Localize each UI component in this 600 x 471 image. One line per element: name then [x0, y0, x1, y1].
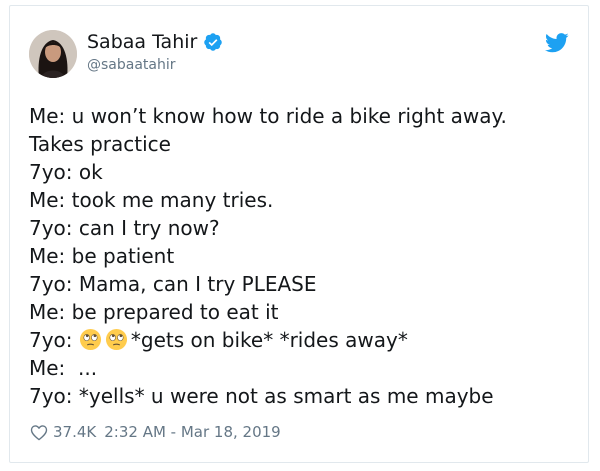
tweet-line: 7yo: *yells* u were not as smart as me m… — [29, 384, 494, 408]
tweet-line: Me: ... — [29, 356, 98, 380]
tweet-line: 7yo: can I try now? — [29, 216, 220, 240]
tweet-line-prefix: 7yo: — [29, 328, 79, 352]
tweet-timestamp[interactable]: 2:32 AM - Mar 18, 2019 — [104, 423, 280, 441]
tweet-line: 7yo: ok — [29, 160, 103, 184]
twitter-bird-icon[interactable] — [545, 33, 569, 53]
verified-badge-icon — [204, 33, 223, 51]
author-name-row: Sabaa Tahir — [87, 31, 223, 53]
tweet-emoji-line: 7yo: *gets on bike* *rides away* — [29, 326, 579, 354]
tweet-line: Me: be prepared to eat it — [29, 300, 279, 324]
avatar[interactable] — [29, 30, 77, 78]
tweet-line: Me: be patient — [29, 244, 175, 268]
tweet-line: Me: took me many tries. — [29, 188, 274, 212]
tweet-text: Me: u won’t know how to ride a bike righ… — [29, 102, 579, 410]
tweet-card: Sabaa Tahir @sabaatahir Me: u won’t know… — [9, 5, 589, 463]
author-display-name[interactable]: Sabaa Tahir — [87, 31, 197, 53]
tweet-line: Me: u won’t know how to ride a bike righ… — [29, 104, 507, 128]
tweet-footer: 37.4K 2:32 AM - Mar 18, 2019 — [30, 423, 281, 441]
rolling-eyes-emoji-icon — [105, 328, 127, 351]
tweet-line-suffix: *gets on bike* *rides away* — [130, 328, 408, 352]
tweet-line: Takes practice — [29, 132, 171, 156]
rolling-eyes-emoji-icon — [79, 328, 101, 351]
like-count[interactable]: 37.4K — [53, 423, 96, 441]
tweet-line: 7yo: Mama, can I try PLEASE — [29, 272, 317, 296]
heart-icon[interactable] — [30, 424, 48, 441]
author-handle[interactable]: @sabaatahir — [87, 57, 176, 73]
